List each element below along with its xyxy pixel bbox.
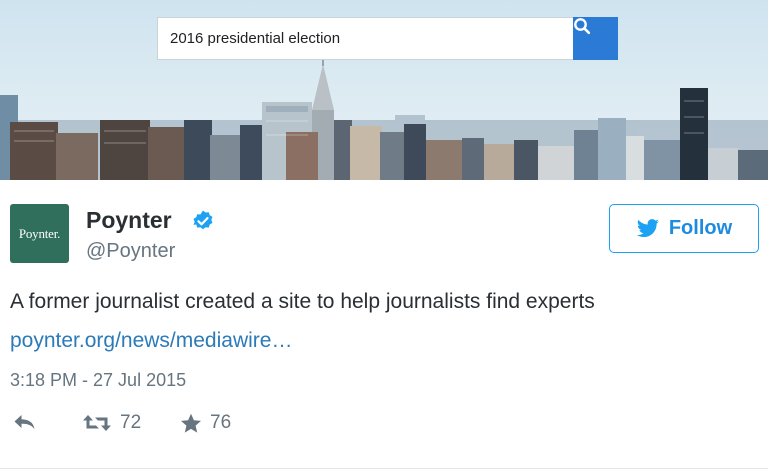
avatar[interactable]: Poynter. — [10, 204, 69, 263]
user-handle[interactable]: @Poynter — [86, 240, 175, 263]
follow-label: Follow — [668, 217, 733, 239]
search-button[interactable] — [573, 17, 618, 60]
favorite-count: 76 — [210, 412, 232, 433]
retweet-button[interactable]: 72 — [82, 412, 141, 434]
divider — [0, 468, 768, 469]
tweet-card: Poynter. Poynter @Poynter Follow A forme… — [0, 180, 768, 476]
header-banner — [0, 0, 768, 180]
reply-button[interactable] — [12, 412, 38, 432]
verified-badge-icon — [193, 210, 213, 230]
retweet-icon — [83, 415, 111, 431]
favorite-button[interactable]: 76 — [180, 412, 231, 434]
avatar-logo-text: Poynter. — [18, 225, 61, 241]
tweet-text: A former journalist created a site to he… — [10, 290, 595, 313]
tweet-link[interactable]: poynter.org/news/mediawire… — [10, 329, 292, 353]
tweet-timestamp[interactable]: 3:18 PM - 27 Jul 2015 — [10, 370, 186, 391]
search-box — [157, 17, 618, 60]
display-name[interactable]: Poynter — [86, 207, 172, 234]
twitter-bird-icon — [636, 218, 659, 237]
retweet-count: 72 — [120, 412, 142, 433]
search-input[interactable] — [158, 18, 574, 59]
search-icon — [574, 18, 591, 35]
star-icon — [181, 413, 201, 433]
reply-icon — [14, 415, 35, 429]
follow-button[interactable]: Follow — [609, 204, 759, 253]
